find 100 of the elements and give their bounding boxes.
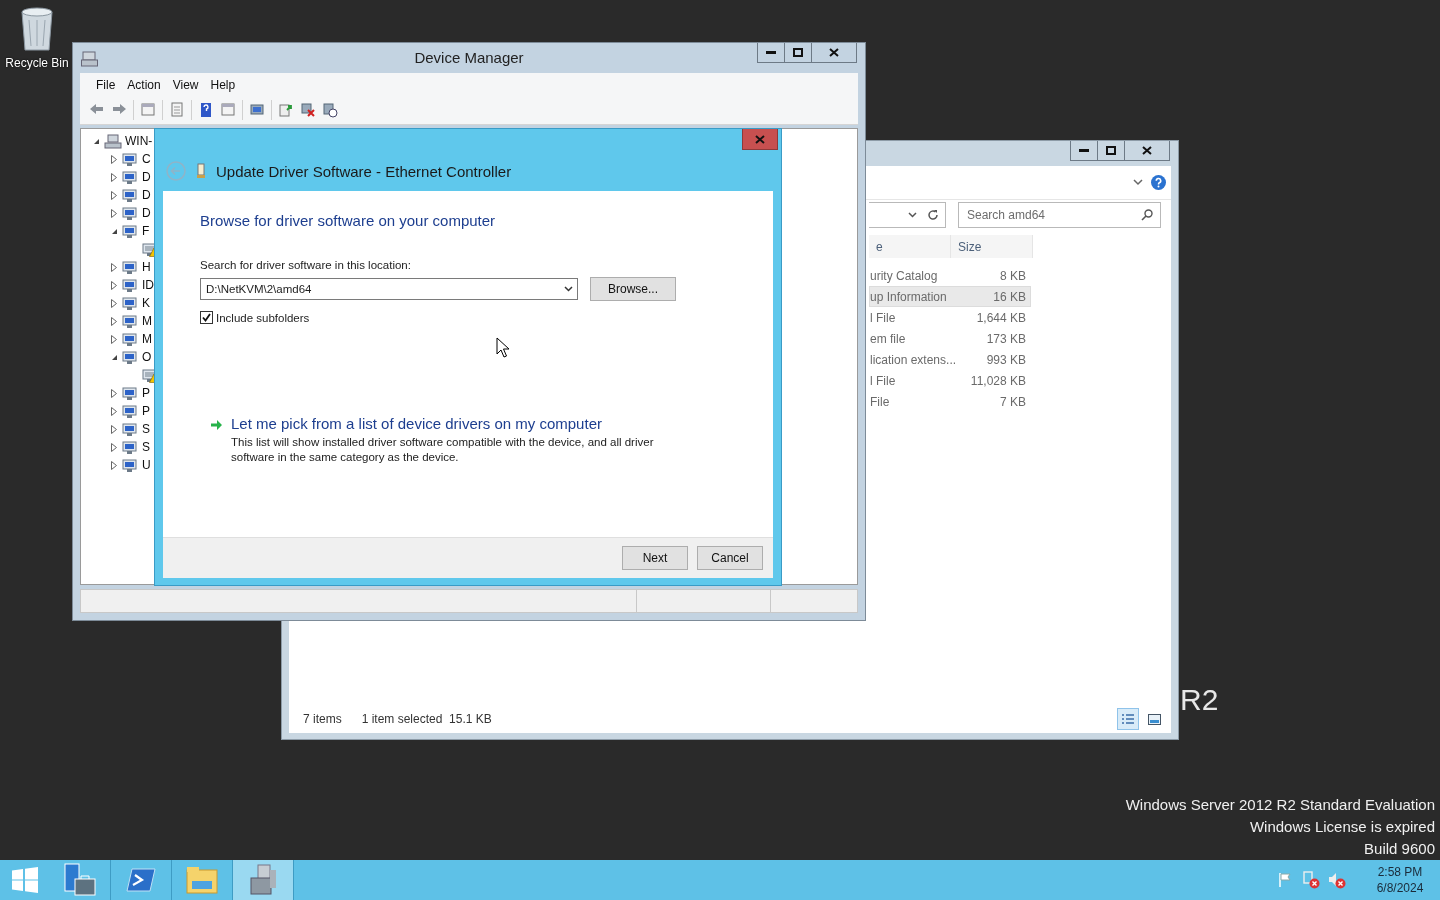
minimize-button[interactable] [1070, 141, 1098, 161]
page-heading: Browse for driver software on your computer [200, 212, 497, 229]
tree-item[interactable]: C [109, 150, 151, 168]
file-row[interactable]: urity Catalog 8 KB [869, 265, 1031, 286]
location-combo-box[interactable]: D:\NetKVM\2\amd64 [200, 278, 578, 300]
minimize-button[interactable] [757, 43, 785, 63]
menu-item[interactable]: Help [204, 77, 242, 92]
tree-item[interactable]: D [109, 168, 151, 186]
cancel-button[interactable]: Cancel [697, 546, 763, 570]
server-toolbox-icon [63, 863, 97, 897]
tree-item[interactable]: F [109, 222, 150, 240]
file-row[interactable]: l File 11,028 KB [869, 370, 1031, 391]
tree-item[interactable]: P [109, 402, 150, 420]
maximize-icon [793, 48, 803, 57]
close-icon [1142, 146, 1152, 155]
update-driver-icon[interactable] [278, 102, 294, 118]
file-size: 11,028 KB [970, 373, 1026, 388]
file-type: l File [870, 373, 896, 388]
tree-item[interactable]: O [109, 348, 152, 366]
file-row[interactable]: l File 1,644 KB [869, 307, 1031, 328]
tree-item[interactable]: M [109, 330, 152, 348]
tree-item[interactable]: U [109, 456, 151, 474]
network-error-icon[interactable] [1302, 871, 1320, 889]
tree-item[interactable]: M [109, 312, 152, 330]
close-icon [829, 48, 839, 57]
tree-label: U [142, 458, 151, 472]
device-icon [122, 223, 139, 239]
file-row[interactable]: up Information 16 KB [869, 286, 1031, 307]
minimize-icon [1079, 149, 1089, 152]
scan-icon[interactable] [322, 102, 338, 118]
recycle-bin-icon[interactable] [18, 6, 56, 52]
tree-item[interactable]: D [109, 186, 151, 204]
tree-item[interactable]: WIN- [91, 132, 153, 150]
close-button[interactable] [1124, 141, 1170, 161]
file-row[interactable]: lication extens... 993 KB [869, 349, 1031, 370]
speaker-error-icon[interactable] [1328, 871, 1346, 889]
tree-label: P [142, 386, 150, 400]
menu-item[interactable]: Action [121, 77, 167, 92]
device-icon [122, 439, 139, 455]
tree-label: K [142, 296, 150, 310]
tree-item[interactable]: K [109, 294, 150, 312]
edition-text: Windows License is expired [1249, 817, 1435, 836]
uninstall-icon[interactable] [300, 102, 316, 118]
taskbar-app[interactable] [233, 860, 294, 900]
help-icon[interactable] [198, 102, 214, 118]
tree-item[interactable]: S [109, 420, 150, 438]
next-button[interactable]: Next [622, 546, 688, 570]
file-size: 993 KB [986, 352, 1026, 367]
browse-button[interactable]: Browse... [590, 277, 676, 301]
search-icon[interactable] [1141, 209, 1153, 221]
checkbox[interactable] [200, 311, 213, 324]
column-header[interactable]: e [869, 235, 951, 258]
collapse-arrow-icon[interactable] [110, 227, 118, 235]
file-row[interactable]: em file 173 KB [869, 328, 1031, 349]
maximize-icon [1106, 146, 1116, 155]
device-icon [122, 313, 139, 329]
tree-item[interactable]: S [109, 438, 150, 456]
network-adapter-icon [196, 163, 206, 179]
tree-item[interactable]: D [109, 204, 151, 222]
windows-start-icon [12, 867, 38, 893]
tree-label: C [142, 152, 151, 166]
tree-label: D [142, 170, 151, 184]
tree-label: S [142, 422, 150, 436]
help-icon[interactable] [1151, 175, 1166, 190]
tree-label: D [142, 206, 151, 220]
file-type: urity Catalog [870, 268, 938, 283]
device-icon [122, 259, 139, 275]
clock[interactable]: 2:58 PM 6/8/2024 [1372, 864, 1428, 896]
menu-item[interactable]: View [166, 77, 205, 92]
column-header[interactable]: Size [951, 235, 1033, 258]
device-manager-icon [81, 51, 98, 67]
file-type: l File [870, 310, 896, 325]
tree-label: WIN- [125, 134, 153, 148]
collapse-arrow-icon[interactable] [92, 137, 100, 145]
search-field[interactable]: Search amd64 [958, 202, 1161, 228]
menu-item[interactable]: File [90, 77, 122, 92]
arrow-icon [210, 419, 223, 431]
window-title: Device Manager [414, 49, 524, 66]
device-icon [122, 277, 139, 293]
monitor-icon[interactable] [249, 102, 265, 118]
details-view-icon [1121, 713, 1135, 725]
address-bar[interactable] [869, 202, 946, 228]
refresh-icon[interactable] [927, 209, 939, 221]
tree-item[interactable]: H [109, 258, 151, 276]
device-icon [122, 169, 139, 185]
device-icon [122, 385, 139, 401]
close-button[interactable] [811, 43, 857, 63]
tree-item[interactable]: P [109, 384, 150, 402]
thumbnail-view-icon [1147, 713, 1161, 725]
file-size: 1,644 KB [976, 310, 1026, 325]
field-label: Search for driver software in this location: [200, 259, 412, 271]
chevron-down-icon[interactable] [564, 286, 573, 292]
chevron-down-icon[interactable] [908, 212, 917, 218]
chevron-down-icon[interactable] [1133, 179, 1143, 186]
file-row[interactable]: File 7 KB [869, 391, 1031, 412]
pick-driver-link[interactable]: Let me pick from a list of device drivers on my computer [231, 415, 686, 432]
tree-label: F [142, 224, 150, 238]
tree-item[interactable]: ID [109, 276, 154, 294]
collapse-arrow-icon[interactable] [110, 353, 118, 361]
computer-icon [104, 133, 122, 149]
